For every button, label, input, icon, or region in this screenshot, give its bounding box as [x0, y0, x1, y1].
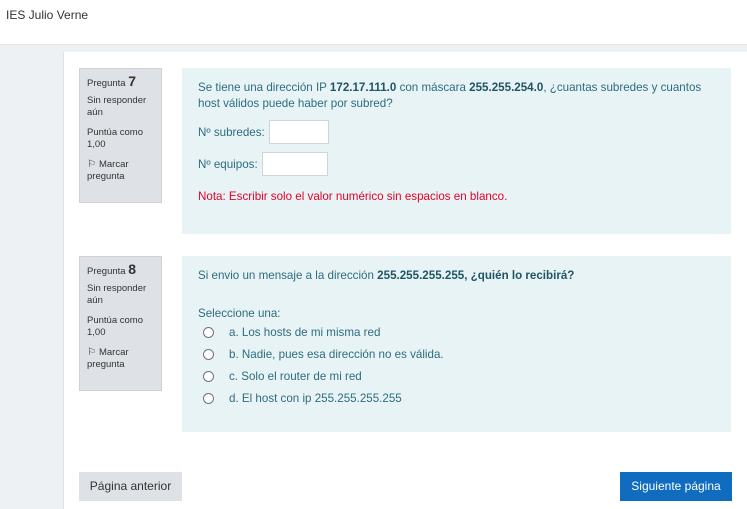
note-text: Nota: Escribir solo el valor numérico si…: [198, 190, 508, 203]
flag-icon[interactable]: ⚐: [87, 159, 96, 170]
flag-question-link[interactable]: ⚐ Marcar pregunta: [87, 159, 155, 183]
question-content-7: Se tiene una dirección IP 172.17.111.0 c…: [182, 68, 731, 234]
question-number: Pregunta 8: [87, 261, 155, 278]
answer-option-c[interactable]: c. Solo el router de mi red: [198, 370, 715, 383]
flag-icon[interactable]: ⚐: [87, 347, 96, 358]
question-label: Pregunta: [87, 78, 126, 89]
radio-button[interactable]: [203, 371, 214, 382]
question-state: Sin responder aún: [87, 95, 147, 118]
hosts-label: Nº equipos:: [198, 157, 258, 171]
question-number-value: 8: [128, 261, 136, 277]
previous-page-button[interactable]: Página anterior: [79, 472, 182, 501]
question-text: Se tiene una dirección IP 172.17.111.0 c…: [198, 81, 702, 110]
subnets-field-row: Nº subredes:: [198, 120, 715, 144]
answer-option-label[interactable]: a. Los hosts de mi misma red: [229, 326, 380, 339]
answer-option-b[interactable]: b. Nadie, pues esa dirección no es válid…: [198, 348, 715, 361]
answer-option-label[interactable]: d. El host con ip 255.255.255.255: [229, 392, 402, 405]
subnet-mask: 255.255.254.0: [469, 81, 544, 94]
question-grade: Puntúa como 1,00: [87, 315, 143, 338]
answer-option-a[interactable]: a. Los hosts de mi misma red: [198, 326, 715, 339]
question-label: Pregunta: [87, 266, 126, 277]
answer-option-d[interactable]: d. El host con ip 255.255.255.255: [198, 392, 715, 405]
question-emphasis: 255.255.255.255, ¿quién lo recibirá?: [377, 269, 575, 282]
radio-button[interactable]: [203, 393, 214, 404]
question-number-value: 7: [128, 73, 136, 89]
answer-option-label[interactable]: b. Nadie, pues esa dirección no es válid…: [229, 348, 444, 361]
next-page-button[interactable]: Siguiente página: [620, 472, 732, 501]
subnets-label: Nº subredes:: [198, 125, 265, 139]
flag-question-link[interactable]: ⚐ Marcar pregunta: [87, 347, 155, 371]
select-prompt: Seleccione una:: [198, 307, 281, 320]
question-state: Sin responder aún: [87, 283, 147, 306]
site-name[interactable]: IES Julio Verne: [6, 8, 88, 22]
radio-button[interactable]: [203, 327, 214, 338]
question-number: Pregunta 7: [87, 73, 155, 90]
question-content-8: Si envio un mensaje a la dirección 255.2…: [182, 256, 731, 432]
radio-button[interactable]: [203, 349, 214, 360]
question-text: Si envio un mensaje a la dirección 255.2…: [198, 269, 575, 282]
top-navbar: IES Julio Verne: [0, 0, 747, 45]
subnets-input[interactable]: [268, 120, 329, 144]
answer-option-label[interactable]: c. Solo el router de mi red: [229, 370, 362, 383]
question-info-7: Pregunta 7 Sin responder aún Puntúa como…: [79, 68, 162, 203]
hosts-field-row: Nº equipos:: [198, 152, 715, 176]
ip-address: 172.17.111.0: [329, 81, 397, 94]
hosts-input[interactable]: [261, 152, 328, 176]
question-grade: Puntúa como 1,00: [87, 127, 143, 150]
question-info-8: Pregunta 8 Sin responder aún Puntúa como…: [79, 256, 162, 391]
